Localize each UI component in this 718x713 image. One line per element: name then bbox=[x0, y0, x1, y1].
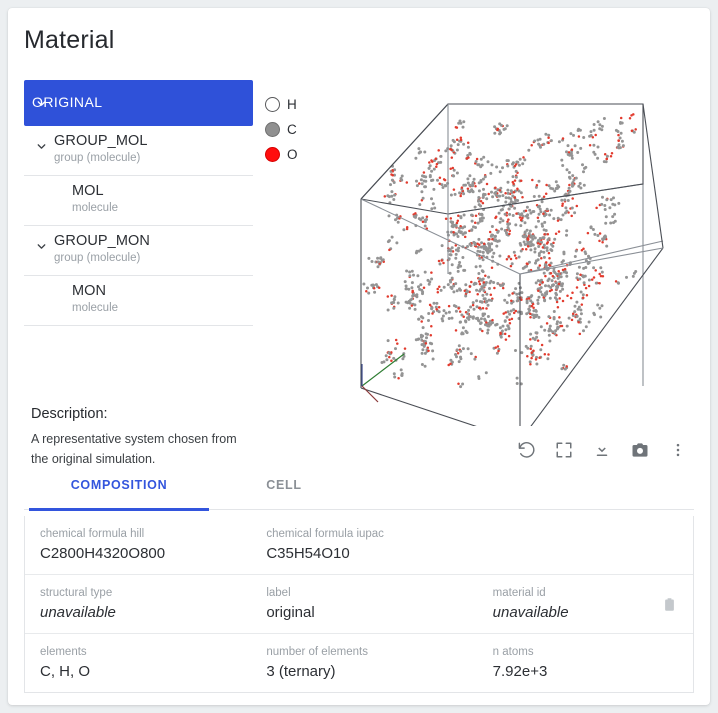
table-cell-key: elements bbox=[40, 646, 87, 658]
tree-item-label: GROUP_MOL bbox=[54, 133, 148, 149]
tab-label: CELL bbox=[266, 478, 302, 492]
material-panel: Material ORIGINAL GROUP_MOLgroup (molecul… bbox=[8, 8, 710, 705]
fullscreen-icon bbox=[555, 441, 573, 459]
legend-row-c[interactable]: C bbox=[265, 117, 298, 142]
table-cell-value: original bbox=[266, 604, 315, 621]
table-cell-key: chemical formula hill bbox=[40, 528, 145, 540]
table-cell-key: chemical formula iupac bbox=[266, 528, 384, 540]
tab-label: COMPOSITION bbox=[70, 478, 168, 492]
description-line-1: A representative system chosen from bbox=[31, 432, 237, 446]
table-cell: n atoms 7.92e+3 bbox=[478, 644, 693, 683]
reset-rotate-icon bbox=[517, 441, 536, 460]
element-symbol-label: O bbox=[287, 147, 298, 162]
element-color-swatch-c bbox=[265, 122, 280, 137]
table-row: elements C, H, O number of elements 3 (tern… bbox=[25, 634, 693, 692]
table-cell-value: unavailable bbox=[40, 604, 116, 621]
table-cell: material id unavailable bbox=[478, 585, 693, 624]
chevron-down-icon[interactable] bbox=[35, 97, 48, 110]
element-symbol-label: C bbox=[287, 122, 297, 137]
tree-item-mol[interactable]: MOL molecule bbox=[24, 176, 253, 226]
table-cell-value: 7.92e+3 bbox=[492, 663, 548, 680]
table-cell: chemical formula hill C2800H4320O800 bbox=[25, 526, 251, 565]
tree-item-group_mol[interactable]: GROUP_MOLgroup (molecule) bbox=[24, 126, 253, 176]
table-cell: structural type unavailable bbox=[25, 585, 251, 624]
more-options-button[interactable] bbox=[666, 438, 690, 462]
table-cell-key: n atoms bbox=[492, 646, 534, 658]
table-row: chemical formula hill C2800H4320O800 chemi… bbox=[25, 516, 693, 575]
table-cell-value: C, H, O bbox=[40, 663, 91, 680]
more-vertical-icon bbox=[669, 441, 687, 459]
tree-item-label: MOL bbox=[72, 183, 104, 199]
chevron-down-icon[interactable] bbox=[35, 140, 48, 153]
tree-item-subtitle: molecule bbox=[72, 302, 119, 314]
screenshot-button[interactable] bbox=[628, 438, 652, 462]
tab-composition[interactable]: COMPOSITION bbox=[29, 478, 209, 511]
table-cell-key: number of elements bbox=[266, 646, 368, 658]
element-symbol-label: H bbox=[287, 97, 297, 112]
simulation-box-render bbox=[360, 103, 664, 426]
fullscreen-button[interactable] bbox=[552, 438, 576, 462]
tree-item-label: MON bbox=[72, 283, 107, 299]
description-title: Description: bbox=[31, 406, 108, 422]
table-cell-key: label bbox=[266, 587, 291, 599]
tree-item-label: GROUP_MON bbox=[54, 233, 150, 249]
viewer-toolbar bbox=[514, 438, 690, 462]
table-cell bbox=[478, 526, 693, 565]
tree-item-label: ORIGINAL bbox=[32, 94, 103, 110]
element-legend: HCO bbox=[265, 92, 298, 167]
table-cell: chemical formula iupac C35H54O10 bbox=[251, 526, 477, 565]
reset-view-button[interactable] bbox=[514, 438, 538, 462]
table-cell-value: C2800H4320O800 bbox=[40, 545, 166, 562]
tree-item-group_mon[interactable]: GROUP_MONgroup (molecule) bbox=[24, 226, 253, 276]
active-tab-indicator bbox=[29, 508, 209, 511]
table-cell: number of elements 3 (ternary) bbox=[251, 644, 477, 683]
legend-row-h[interactable]: H bbox=[265, 92, 298, 117]
structure-viewer[interactable] bbox=[308, 86, 698, 426]
description-block: Description: A representative system cho… bbox=[31, 406, 261, 469]
tree-item-subtitle: group (molecule) bbox=[54, 252, 141, 264]
detail-tabs: COMPOSITION CELL bbox=[24, 478, 694, 511]
tree-item-original[interactable]: ORIGINAL bbox=[24, 80, 253, 126]
download-button[interactable] bbox=[590, 438, 614, 462]
tree-item-subtitle: molecule bbox=[72, 202, 119, 214]
legend-row-o[interactable]: O bbox=[265, 142, 298, 167]
download-icon bbox=[593, 441, 611, 459]
composition-table: chemical formula hill C2800H4320O800 chemi… bbox=[24, 516, 694, 693]
table-cell-value: 3 (ternary) bbox=[266, 663, 336, 680]
chevron-down-icon[interactable] bbox=[35, 240, 48, 253]
element-color-swatch-o bbox=[265, 147, 280, 162]
page-title: Material bbox=[24, 26, 115, 54]
description-line-2: the original simulation. bbox=[31, 452, 156, 466]
table-cell-key: structural type bbox=[40, 587, 113, 599]
tree-item-subtitle: group (molecule) bbox=[54, 152, 141, 164]
tab-cell[interactable]: CELL bbox=[224, 478, 344, 510]
camera-icon bbox=[630, 440, 650, 460]
element-color-swatch-h bbox=[265, 97, 280, 112]
table-row: structural type unavailable label original m… bbox=[25, 575, 693, 634]
structure-tree: ORIGINAL GROUP_MOLgroup (molecule) MOL mole… bbox=[24, 80, 253, 326]
table-cell: elements C, H, O bbox=[25, 644, 251, 683]
tree-item-mon[interactable]: MON molecule bbox=[24, 276, 253, 326]
table-cell: label original bbox=[251, 585, 477, 624]
table-cell-value: C35H54O10 bbox=[266, 545, 350, 562]
copy-icon[interactable] bbox=[662, 596, 677, 613]
